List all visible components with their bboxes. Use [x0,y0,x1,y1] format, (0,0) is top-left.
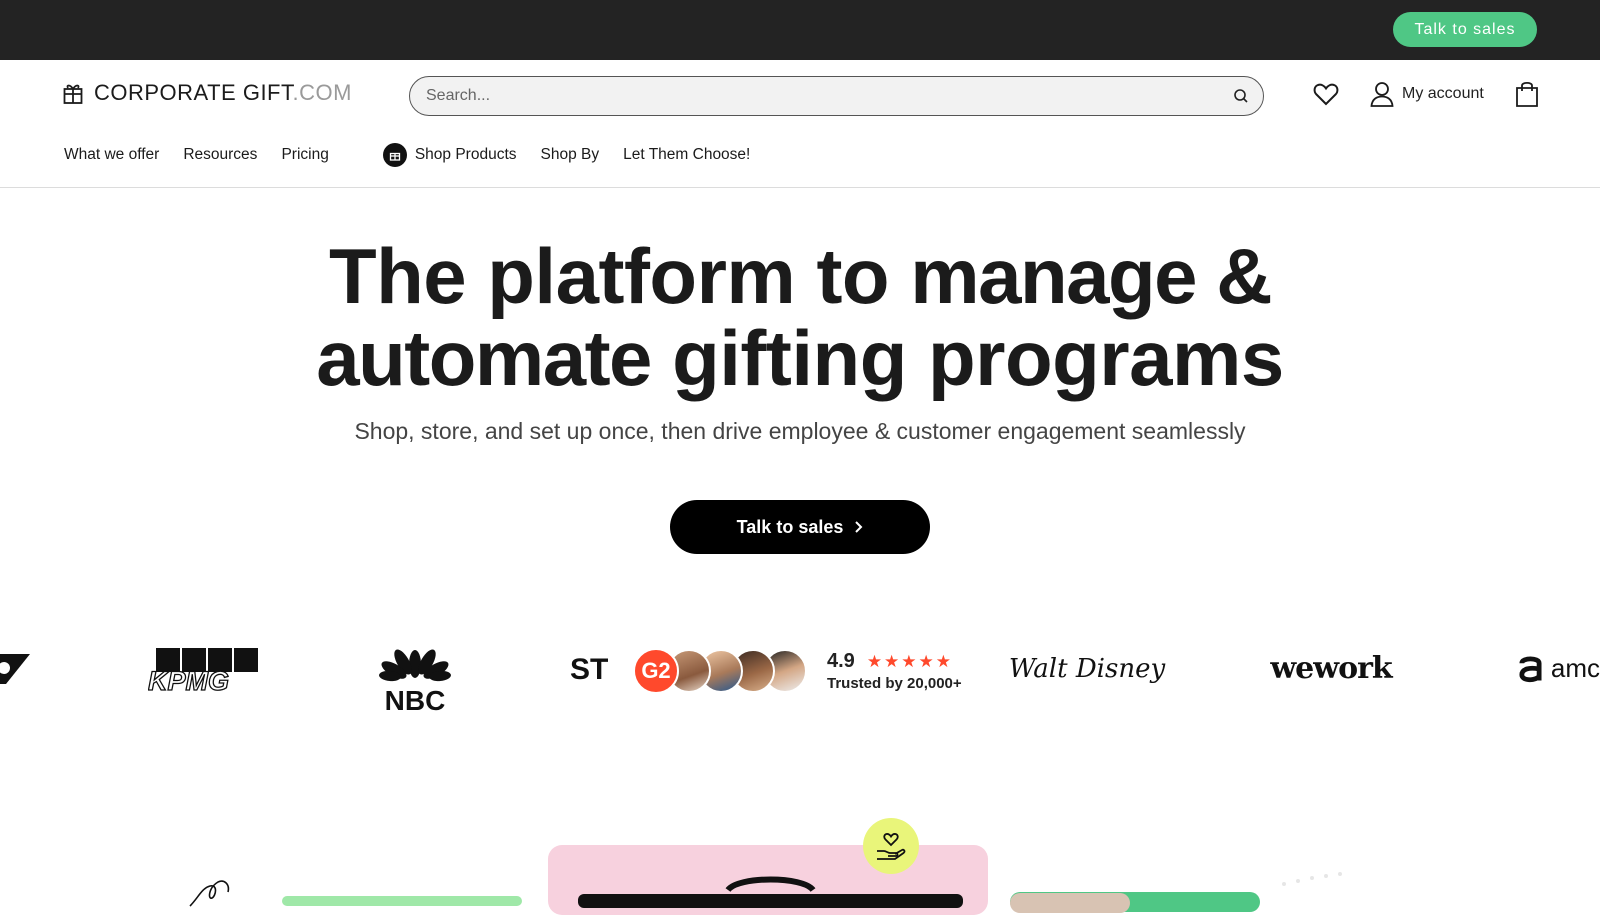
amc-mark-icon [1519,656,1542,683]
hero-subtitle: Shop, store, and set up once, then drive… [354,418,1246,444]
nav-let-them-choose[interactable]: Let Them Choose! [623,146,750,164]
shopping-bag-icon[interactable] [1515,80,1539,108]
nav-resources[interactable]: Resources [183,146,257,164]
nav-shop-products[interactable]: Shop Products [382,143,517,167]
svg-text:KPMG: KPMG [148,666,229,694]
rating-stars: ★★★★★ [866,651,954,671]
svg-text:NBC: NBC [385,685,446,712]
top-bar: Talk to sales [0,0,1600,60]
heart-hand-icon [877,833,906,860]
decorative-dots [1282,872,1342,886]
promo-card-image [1010,893,1130,913]
reviewer-avatars: G2 [633,648,807,694]
product-bag-image [578,876,963,908]
search-input[interactable] [426,77,1206,115]
chevron-right-icon [855,521,863,533]
main-nav: What we offer Resources Pricing Shop Pro… [64,140,750,170]
nav-shop-by[interactable]: Shop By [541,146,600,164]
logo-text: CORPORATE GIFT.COM [94,80,352,105]
search-icon[interactable] [1233,88,1249,104]
trusted-by-label: Trusted by 20,000+ [827,675,962,692]
hero-cta-label: Talk to sales [736,516,844,537]
my-account-link[interactable]: My account [1370,80,1484,108]
doodle-heart-icon [189,880,230,907]
site-header: CORPORATE GIFT.COM My account What we of… [0,60,1600,188]
g2-rating: G2 4.9 ★★★★★ Trusted by 20,000+ [633,646,962,696]
hero-title: The platform to manage & automate gifting… [316,232,1284,402]
gift-badge-icon [382,143,407,167]
wework-logo: wework [1270,650,1392,686]
talk-to-sales-top-button[interactable]: Talk to sales [1393,12,1537,47]
wishlist-heart-icon[interactable] [1312,80,1340,108]
client-logos-strip: KPMG NBC ST G2 4.9 ★★★★★ Trusted by 20,0… [0,620,1600,720]
gift-hand-badge [863,818,919,874]
search-bar [409,76,1264,116]
walt-disney-logo: Walt Disney [1008,654,1166,684]
g2-logo: G2 [633,648,679,694]
my-account-label: My account [1402,85,1484,102]
nav-pricing[interactable]: Pricing [281,146,328,164]
site-logo[interactable]: CORPORATE GIFT.COM [63,78,352,108]
kpmg-logo: KPMG [148,648,260,694]
promo-card-green [282,896,522,906]
gift-icon [63,84,83,104]
user-icon [1370,82,1394,107]
rating-score: 4.9 [827,650,855,672]
partial-st-logo: ST [570,653,609,686]
amc-logo: amc [1518,648,1600,688]
talk-to-sales-hero-button[interactable]: Talk to sales [670,500,930,554]
nbc-logo: NBC [376,632,454,712]
nav-shop-products-label: Shop Products [414,146,517,163]
partial-arrow-logo [0,654,30,684]
rating-text: 4.9 ★★★★★ Trusted by 20,000+ [827,650,962,692]
nav-what-we-offer[interactable]: What we offer [64,146,159,164]
